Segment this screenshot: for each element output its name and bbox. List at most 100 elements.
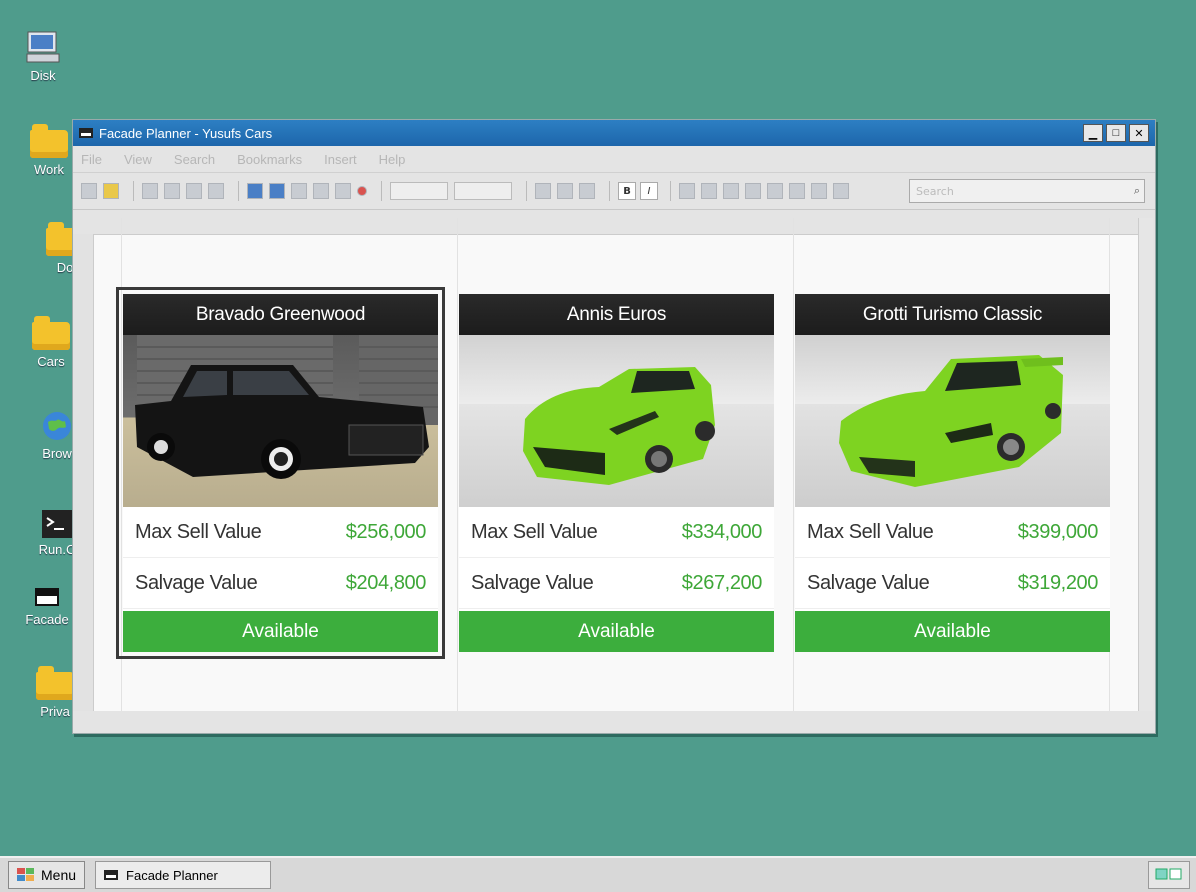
close-icon: ✕ [1134, 127, 1144, 140]
new-icon[interactable] [81, 183, 97, 199]
format-painter-icon[interactable] [208, 183, 224, 199]
align-left-icon[interactable] [679, 183, 695, 199]
taskbar: Menu Facade Planner [0, 856, 1196, 892]
menu-bar: File View Search Bookmarks Insert Help [73, 146, 1155, 172]
toolbar-divider [526, 181, 527, 201]
list-icon[interactable] [811, 183, 827, 199]
start-menu-button[interactable]: Menu [8, 861, 86, 889]
desktop-icon-label: Cars [37, 354, 65, 369]
app-icon [104, 870, 119, 880]
desktop-icon-label: Facade [25, 612, 69, 627]
search-input[interactable]: Search ⌕ [909, 179, 1145, 203]
table-icon[interactable] [269, 183, 285, 199]
system-tray[interactable] [1148, 861, 1190, 889]
vehicle-image [459, 335, 774, 507]
close-button[interactable]: ✕ [1129, 124, 1149, 142]
menu-view[interactable]: View [124, 152, 152, 167]
folder-icon [32, 316, 70, 350]
borders-icon[interactable] [833, 183, 849, 199]
menu-search[interactable]: Search [174, 152, 215, 167]
availability-button[interactable]: Available [795, 611, 1110, 652]
salvage-row: Salvage Value $319,200 [795, 558, 1110, 609]
toolbar-divider [238, 181, 239, 201]
desktop-icon-label: Disk [30, 68, 56, 83]
grid-line [793, 218, 794, 711]
vehicle-name: Bravado Greenwood [123, 294, 438, 335]
save-icon[interactable] [103, 183, 119, 199]
window-titlebar[interactable]: Facade Planner - Yusufs Cars ▁ □ ✕ [73, 120, 1155, 146]
vehicle-name: Grotti Turismo Classic [795, 294, 1110, 335]
copy-icon[interactable] [164, 183, 180, 199]
salvage-label: Salvage Value [807, 571, 930, 594]
chart-icon[interactable] [313, 183, 329, 199]
menu-help[interactable]: Help [379, 152, 406, 167]
cut-icon[interactable] [142, 183, 158, 199]
facade-planner-window: Facade Planner - Yusufs Cars ▁ □ ✕ File … [72, 119, 1156, 734]
app-icon [79, 128, 93, 138]
minimize-button[interactable]: ▁ [1083, 124, 1103, 142]
indent-icon[interactable] [767, 183, 783, 199]
availability-button[interactable]: Available [459, 611, 774, 652]
salvage-value: $267,200 [681, 571, 763, 594]
paste-icon[interactable] [186, 183, 202, 199]
vertical-scrollbar[interactable] [1138, 218, 1153, 711]
desktop-icon-disk[interactable]: Disk [8, 30, 78, 83]
window-title: Facade Planner - Yusufs Cars [99, 125, 273, 141]
align-right-icon[interactable] [723, 183, 739, 199]
search-placeholder: Search [916, 184, 954, 198]
outdent-icon[interactable] [789, 183, 805, 199]
desktop-icon-label: Do [56, 260, 74, 275]
bold-button[interactable]: B [618, 182, 636, 200]
globe-icon [43, 412, 71, 440]
max-sell-row: Max Sell Value $334,000 [459, 507, 774, 558]
font-select[interactable] [390, 182, 448, 200]
max-sell-value: $334,000 [681, 520, 763, 543]
maximize-button[interactable]: □ [1106, 124, 1126, 142]
toolbar-divider [381, 181, 382, 201]
folder-icon [36, 666, 74, 700]
salvage-row: Salvage Value $267,200 [459, 558, 774, 609]
image-icon[interactable] [291, 183, 307, 199]
align-middle-icon[interactable] [557, 183, 573, 199]
record-icon[interactable] [357, 186, 367, 196]
max-sell-label: Max Sell Value [471, 520, 598, 543]
vehicle-card[interactable]: Annis Euros Max Sell Value $334,000 Salv… [459, 294, 774, 652]
taskbar-item-label: Facade Planner [126, 867, 218, 883]
insert-icon[interactable] [247, 183, 263, 199]
menu-insert[interactable]: Insert [324, 152, 357, 167]
vehicle-image [795, 335, 1110, 507]
salvage-label: Salvage Value [471, 571, 594, 594]
size-select[interactable] [454, 182, 512, 200]
vehicle-card[interactable]: Bravado Greenwood Max Sell Value $256,00… [116, 287, 445, 659]
salvage-label: Salvage Value [135, 571, 258, 594]
taskbar-item-facade-planner[interactable]: Facade Planner [95, 861, 272, 889]
link-icon[interactable] [335, 183, 351, 199]
desktop-icon-label: Run.C [38, 542, 76, 557]
network-icon [1155, 868, 1182, 880]
availability-button[interactable]: Available [123, 611, 438, 652]
max-sell-row: Max Sell Value $399,000 [795, 507, 1110, 558]
vehicle-image [123, 335, 438, 507]
italic-button[interactable]: I [640, 182, 658, 200]
justify-icon[interactable] [745, 183, 761, 199]
toolbar: B I Search ⌕ [73, 172, 1155, 210]
start-menu-label: Menu [41, 867, 77, 883]
spreadsheet-area[interactable]: Bravado Greenwood Max Sell Value $256,00… [73, 218, 1153, 711]
max-sell-row: Max Sell Value $256,000 [123, 507, 438, 558]
column-header [73, 218, 1139, 235]
align-bottom-icon[interactable] [579, 183, 595, 199]
vehicle-card[interactable]: Grotti Turismo Classic Max Sell Value $3… [795, 294, 1110, 652]
menu-bookmarks[interactable]: Bookmarks [237, 152, 302, 167]
max-sell-label: Max Sell Value [135, 520, 262, 543]
max-sell-value: $399,000 [1017, 520, 1099, 543]
row-header [73, 234, 94, 711]
menu-file[interactable]: File [81, 152, 102, 167]
minimize-icon: ▁ [1088, 127, 1098, 140]
toolbar-divider [670, 181, 671, 201]
align-center-icon[interactable] [701, 183, 717, 199]
align-top-icon[interactable] [535, 183, 551, 199]
computer-icon [26, 31, 60, 63]
salvage-value: $204,800 [345, 571, 427, 594]
vehicle-name: Annis Euros [459, 294, 774, 335]
salvage-value: $319,200 [1017, 571, 1099, 594]
